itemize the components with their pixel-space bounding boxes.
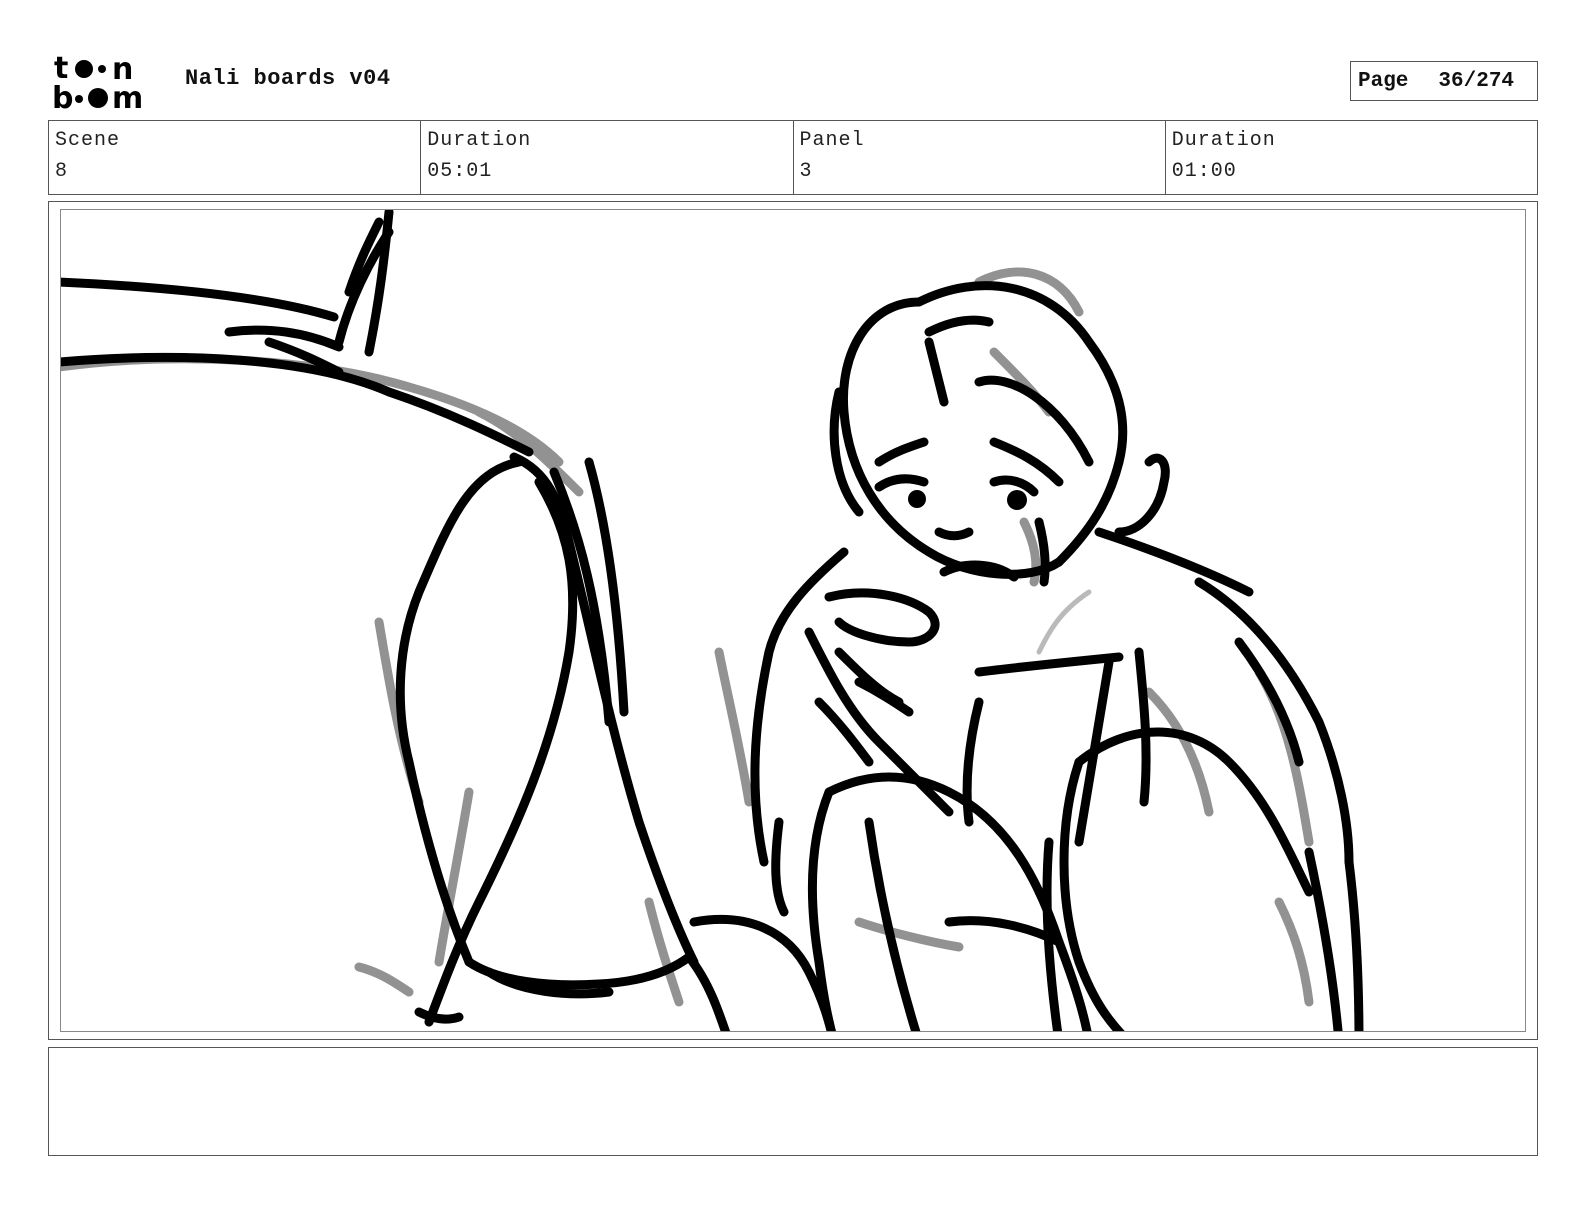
panel-notes-box [48, 1047, 1538, 1156]
grey-construction-strokes [61, 267, 1314, 1007]
scene-duration-value: 05:01 [427, 160, 493, 183]
scene-label: Scene [55, 129, 121, 152]
page-label: Page [1358, 69, 1409, 93]
project-title: Nali boards v04 [185, 66, 391, 91]
toon-boom-logo: t n b m [52, 50, 164, 116]
panel-sketch [61, 210, 1364, 1031]
scene-duration-label: Duration [427, 129, 532, 152]
panel-duration-cell: Duration 01:00 [1166, 121, 1537, 194]
left-figure-strokes [61, 210, 836, 1031]
scene-cell: Scene 8 [49, 121, 422, 194]
scene-duration-cell: Duration 05:01 [421, 121, 794, 194]
panel-duration-value: 01:00 [1171, 160, 1237, 183]
scene-value: 8 [55, 160, 69, 183]
page-indicator: Page 36/274 [1350, 61, 1538, 101]
storyboard-panel [60, 209, 1526, 1032]
panel-label: Panel [799, 129, 865, 152]
panel-info-table: Scene 8 Duration 05:01 Panel 3 Duration … [48, 120, 1538, 195]
svg-text:b: b [52, 81, 73, 112]
page-number: 36/274 [1438, 69, 1515, 93]
toon-boom-logo-mark: t n b m [52, 51, 143, 116]
svg-text:m: m [112, 81, 143, 112]
panel-duration-label: Duration [1171, 129, 1276, 152]
panel-value: 3 [799, 160, 813, 183]
child-figure-strokes [750, 281, 1364, 1031]
panel-cell: Panel 3 [794, 121, 1166, 194]
